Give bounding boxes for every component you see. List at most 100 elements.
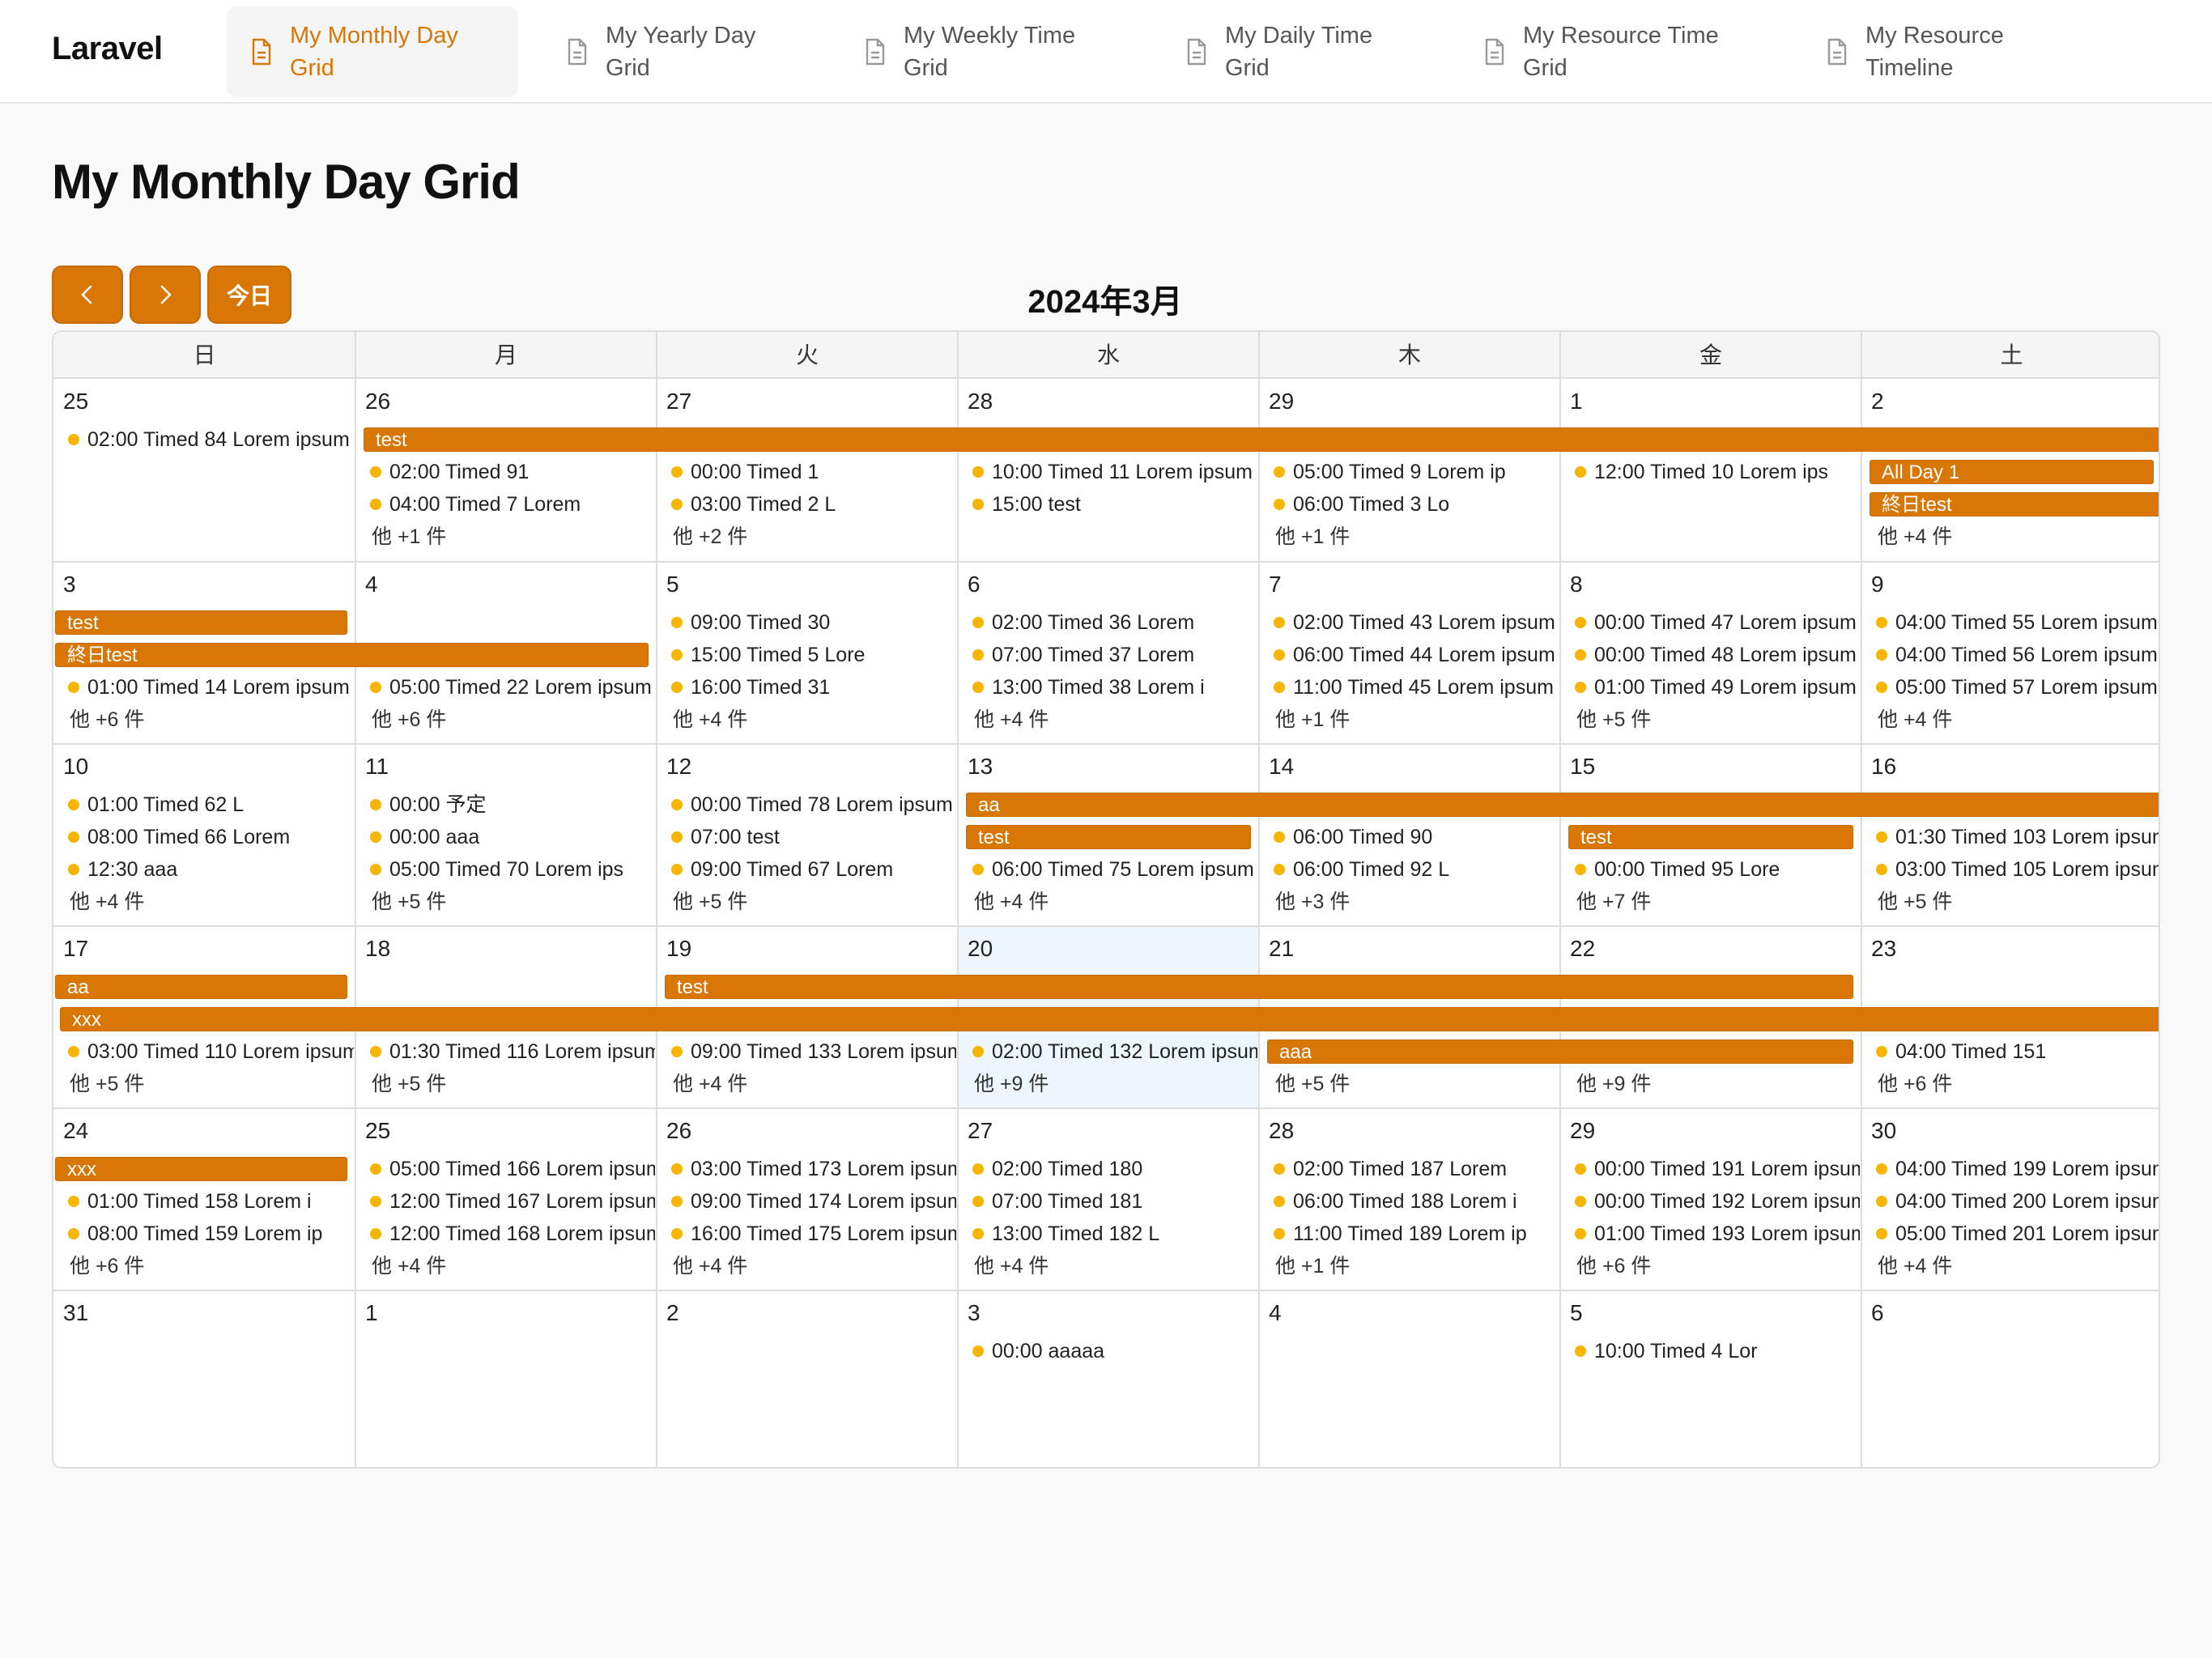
timed-event[interactable]: 00:00 Timed 1 — [671, 458, 956, 486]
all-day-event-bar[interactable]: xxx — [60, 1007, 2159, 1031]
day-number[interactable]: 29 — [1269, 389, 1294, 414]
timed-event[interactable]: 03:00 Timed 110 Lorem ipsum — [68, 1038, 354, 1065]
timed-event[interactable]: 01:30 Timed 103 Lorem ipsum — [1876, 823, 2159, 851]
all-day-event-bar[interactable]: test — [966, 825, 1251, 849]
today-button[interactable]: 今日 — [207, 266, 291, 324]
timed-event[interactable]: 00:00 Timed 47 Lorem ipsum — [1575, 609, 1860, 636]
timed-event[interactable]: 02:00 Timed 43 Lorem ipsum — [1274, 609, 1559, 636]
day-number[interactable]: 8 — [1570, 572, 1583, 597]
timed-event[interactable]: 05:00 Timed 166 Lorem ipsum — [370, 1155, 655, 1183]
more-events-link[interactable]: 他 +4 件 — [372, 1252, 446, 1280]
timed-event[interactable]: 00:00 aaa — [370, 823, 655, 851]
more-events-link[interactable]: 他 +5 件 — [1275, 1070, 1350, 1098]
timed-event[interactable]: 01:00 Timed 14 Lorem ipsum — [68, 674, 354, 701]
more-events-link[interactable]: 他 +4 件 — [70, 888, 144, 916]
more-events-link[interactable]: 他 +1 件 — [1275, 706, 1350, 733]
timed-event[interactable]: 12:00 Timed 168 Lorem ipsum — [370, 1220, 655, 1248]
day-number[interactable]: 7 — [1269, 572, 1282, 597]
timed-event[interactable]: 04:00 Timed 200 Lorem ipsum — [1876, 1188, 2159, 1215]
more-events-link[interactable]: 他 +4 件 — [1878, 706, 1952, 733]
timed-event[interactable]: 09:00 Timed 133 Lorem ipsum — [671, 1038, 956, 1065]
all-day-event-bar[interactable]: 終日test — [1870, 492, 2159, 517]
day-number[interactable]: 25 — [365, 1118, 390, 1144]
more-events-link[interactable]: 他 +4 件 — [673, 1252, 747, 1280]
more-events-link[interactable]: 他 +6 件 — [1878, 1070, 1952, 1098]
day-number[interactable]: 14 — [1269, 754, 1294, 780]
all-day-event-bar[interactable]: All Day 1 — [1870, 460, 2154, 484]
day-number[interactable]: 17 — [63, 936, 88, 962]
more-events-link[interactable]: 他 +1 件 — [372, 523, 446, 551]
timed-event[interactable]: 02:00 Timed 36 Lorem — [972, 609, 1257, 636]
more-events-link[interactable]: 他 +4 件 — [1878, 1252, 1952, 1280]
day-number[interactable]: 20 — [968, 936, 993, 962]
timed-event[interactable]: 04:00 Timed 199 Lorem ipsum — [1876, 1155, 2159, 1183]
timed-event[interactable]: 06:00 Timed 188 Lorem i — [1274, 1188, 1559, 1215]
timed-event[interactable]: 16:00 Timed 31 — [671, 674, 956, 701]
more-events-link[interactable]: 他 +4 件 — [673, 1070, 747, 1098]
more-events-link[interactable]: 他 +4 件 — [974, 888, 1049, 916]
timed-event[interactable]: 02:00 Timed 84 Lorem ipsum — [68, 426, 354, 453]
all-day-event-bar[interactable]: aa — [966, 793, 2159, 817]
all-day-event-bar[interactable]: test — [1568, 825, 1853, 849]
timed-event[interactable]: 10:00 Timed 11 Lorem ipsum — [972, 458, 1257, 486]
timed-event[interactable]: 01:00 Timed 49 Lorem ipsum — [1575, 674, 1860, 701]
day-number[interactable]: 27 — [666, 389, 691, 414]
prev-month-button[interactable] — [52, 266, 123, 324]
timed-event[interactable]: 13:00 Timed 182 L — [972, 1220, 1257, 1248]
day-number[interactable]: 5 — [666, 572, 679, 597]
day-number[interactable]: 9 — [1871, 572, 1884, 597]
timed-event[interactable]: 03:00 Timed 105 Lorem ipsum — [1876, 856, 2159, 883]
day-number[interactable]: 26 — [365, 389, 390, 414]
timed-event[interactable]: 08:00 Timed 159 Lorem ip — [68, 1220, 354, 1248]
more-events-link[interactable]: 他 +5 件 — [1576, 706, 1651, 733]
timed-event[interactable]: 15:00 test — [972, 491, 1257, 518]
timed-event[interactable]: 07:00 Timed 37 Lorem — [972, 641, 1257, 669]
timed-event[interactable]: 07:00 test — [671, 823, 956, 851]
all-day-event-bar[interactable]: aa — [55, 975, 347, 999]
all-day-event-bar[interactable]: aaa — [1267, 1039, 1853, 1064]
nav-item-resource-timeline[interactable]: My Resource Timeline — [1802, 6, 2078, 97]
day-number[interactable]: 3 — [968, 1300, 981, 1326]
day-number[interactable]: 28 — [968, 389, 993, 414]
more-events-link[interactable]: 他 +1 件 — [1275, 523, 1350, 551]
timed-event[interactable]: 02:00 Timed 132 Lorem ipsum — [972, 1038, 1257, 1065]
timed-event[interactable]: 00:00 Timed 192 Lorem ipsum — [1575, 1188, 1860, 1215]
all-day-event-bar[interactable]: 終日test — [55, 643, 649, 667]
day-number[interactable]: 18 — [365, 936, 390, 962]
nav-item-daily-time-grid[interactable]: My Daily Time Grid — [1162, 6, 1437, 97]
more-events-link[interactable]: 他 +4 件 — [974, 1252, 1049, 1280]
day-number[interactable]: 5 — [1570, 1300, 1583, 1326]
more-events-link[interactable]: 他 +5 件 — [673, 888, 747, 916]
day-number[interactable]: 21 — [1269, 936, 1294, 962]
more-events-link[interactable]: 他 +9 件 — [974, 1070, 1049, 1098]
day-number[interactable]: 23 — [1871, 936, 1896, 962]
timed-event[interactable]: 08:00 Timed 66 Lorem — [68, 823, 354, 851]
timed-event[interactable]: 05:00 Timed 70 Lorem ips — [370, 856, 655, 883]
timed-event[interactable]: 00:00 Timed 78 Lorem ipsum — [671, 791, 956, 818]
day-number[interactable]: 26 — [666, 1118, 691, 1144]
day-number[interactable]: 2 — [1871, 389, 1884, 414]
day-number[interactable]: 19 — [666, 936, 691, 962]
timed-event[interactable]: 05:00 Timed 22 Lorem ipsum — [370, 674, 655, 701]
more-events-link[interactable]: 他 +6 件 — [372, 706, 446, 733]
day-number[interactable]: 1 — [1570, 389, 1583, 414]
more-events-link[interactable]: 他 +9 件 — [1576, 1070, 1651, 1098]
day-number[interactable]: 16 — [1871, 754, 1896, 780]
more-events-link[interactable]: 他 +6 件 — [70, 1252, 144, 1280]
day-number[interactable]: 22 — [1570, 936, 1595, 962]
timed-event[interactable]: 00:00 Timed 191 Lorem ipsum — [1575, 1155, 1860, 1183]
all-day-event-bar[interactable]: test — [55, 610, 347, 635]
day-number[interactable]: 13 — [968, 754, 993, 780]
day-number[interactable]: 10 — [63, 754, 88, 780]
more-events-link[interactable]: 他 +5 件 — [372, 1070, 446, 1098]
timed-event[interactable]: 07:00 Timed 181 — [972, 1188, 1257, 1215]
day-number[interactable]: 2 — [666, 1300, 679, 1326]
timed-event[interactable]: 12:00 Timed 10 Lorem ips — [1575, 458, 1860, 486]
timed-event[interactable]: 01:00 Timed 193 Lorem ipsum — [1575, 1220, 1860, 1248]
timed-event[interactable]: 06:00 Timed 3 Lo — [1274, 491, 1559, 518]
timed-event[interactable]: 10:00 Timed 4 Lor — [1575, 1337, 1860, 1365]
more-events-link[interactable]: 他 +2 件 — [673, 523, 747, 551]
timed-event[interactable]: 00:00 Timed 95 Lore — [1575, 856, 1860, 883]
day-number[interactable]: 30 — [1871, 1118, 1896, 1144]
timed-event[interactable]: 06:00 Timed 92 L — [1274, 856, 1559, 883]
